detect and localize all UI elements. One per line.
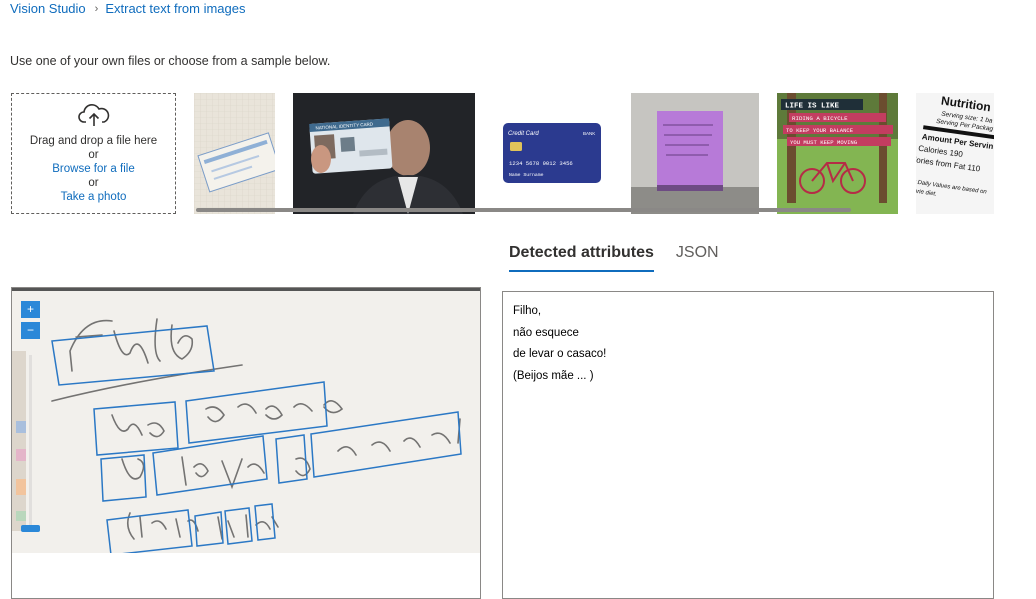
- or-text: or: [88, 149, 99, 161]
- sample-image-bicycle-poster[interactable]: LIFE IS LIKE RIDING A BICYCLE TO KEEP YO…: [777, 93, 898, 214]
- card-number: 1234 5678 9012 3456: [509, 160, 573, 167]
- result-tabs: Detected attributes JSON: [509, 244, 719, 272]
- card-bank: BANK: [583, 131, 595, 136]
- sample-image-identity-card[interactable]: NATIONAL IDENTITY CARD: [293, 93, 475, 214]
- zoom-slider-track[interactable]: [29, 355, 32, 525]
- detected-line: não esquece: [513, 326, 579, 339]
- zoom-slider-handle[interactable]: [21, 525, 40, 532]
- detected-line: Filho,: [513, 305, 542, 317]
- sticky-note-image: [631, 93, 759, 214]
- sample-image-sticky-note[interactable]: [631, 93, 759, 214]
- poster-line-1: LIFE IS LIKE: [785, 103, 840, 111]
- sample-scrollbar[interactable]: [196, 208, 851, 212]
- breadcrumb: Vision Studio › Extract text from images: [10, 1, 245, 16]
- sample-image-credit-card[interactable]: Credit Card BANK 1234 5678 9012 3456 Nam…: [492, 93, 612, 214]
- card-name: Name Surname: [509, 172, 544, 178]
- poster-line-2: RIDING A BICYCLE: [792, 115, 848, 122]
- handwritten-note-image: [12, 291, 480, 553]
- card-brand: Credit Card: [508, 131, 539, 137]
- bicycle-poster-image: LIFE IS LIKE RIDING A BICYCLE TO KEEP YO…: [777, 93, 898, 214]
- sample-image-social-security[interactable]: [194, 93, 275, 214]
- file-dropzone[interactable]: Drag and drop a file here or Browse for …: [11, 93, 176, 214]
- zoom-out-button[interactable]: −: [21, 322, 40, 339]
- nutrition-label-image: Nutrition Serving size: 1 ba Serving Per…: [916, 93, 994, 214]
- identity-card-photo: NATIONAL IDENTITY CARD: [293, 93, 475, 214]
- intro-text: Use one of your own files or choose from…: [10, 54, 331, 68]
- tab-json[interactable]: JSON: [676, 244, 719, 272]
- breadcrumb-vision-studio-link[interactable]: Vision Studio: [10, 1, 86, 16]
- image-preview-panel: + −: [11, 287, 481, 599]
- tab-detected-attributes[interactable]: Detected attributes: [509, 244, 654, 272]
- chevron-right-icon: ›: [94, 2, 99, 15]
- detected-line: (Beijos mãe ... ): [513, 369, 594, 382]
- zoom-in-button[interactable]: +: [21, 301, 40, 318]
- browse-file-link[interactable]: Browse for a file: [12, 162, 175, 176]
- social-security-card-image: [194, 93, 275, 214]
- take-photo-link[interactable]: Take a photo: [12, 190, 175, 204]
- dropzone-label: Drag and drop a file here: [29, 135, 158, 147]
- preview-image-area: + −: [12, 288, 480, 553]
- breadcrumb-current-link[interactable]: Extract text from images: [105, 1, 245, 16]
- cloud-upload-icon: [77, 104, 109, 126]
- detected-text-panel: Filho, não esquece de levar o casaco! (B…: [502, 291, 994, 599]
- sample-image-nutrition-label[interactable]: Nutrition Serving size: 1 ba Serving Per…: [916, 93, 994, 214]
- credit-card-image: Credit Card BANK 1234 5678 9012 3456 Nam…: [503, 123, 601, 183]
- zoom-control: + −: [21, 301, 41, 343]
- or-text: or: [88, 177, 99, 189]
- detected-line: de levar o casaco!: [513, 348, 607, 360]
- poster-line-3: TO KEEP YOUR BALANCE: [786, 127, 854, 134]
- poster-line-4: YOU MUST KEEP MOVING: [790, 139, 858, 146]
